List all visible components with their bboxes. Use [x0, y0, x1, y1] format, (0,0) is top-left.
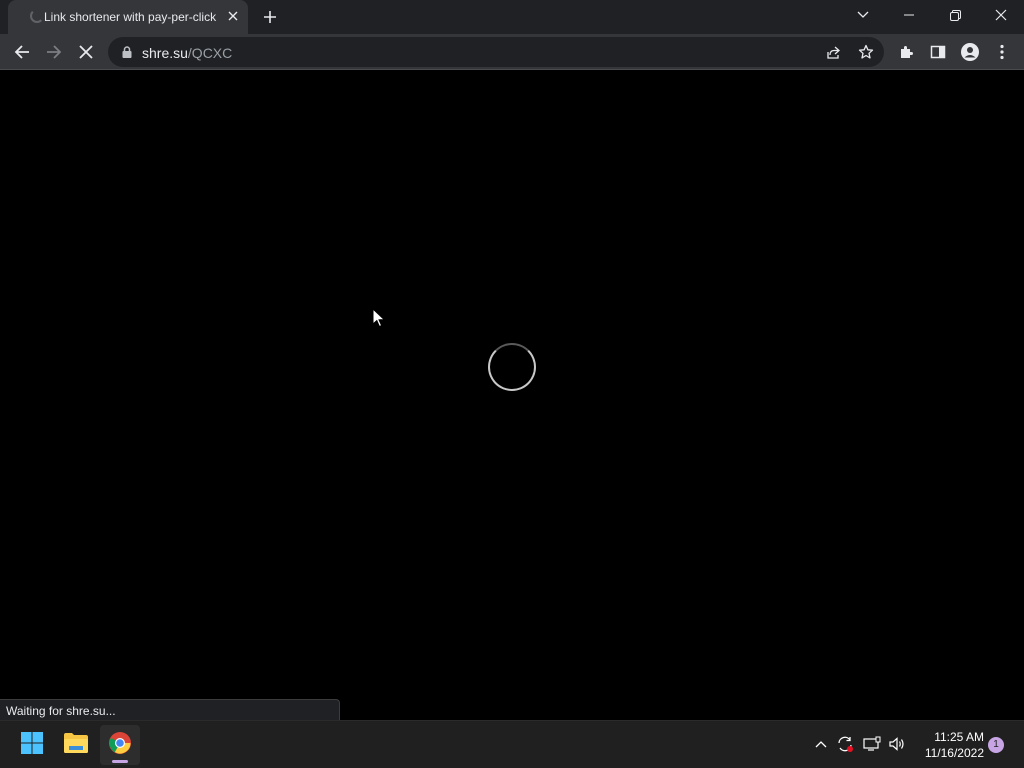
url-host: shre.su: [142, 45, 188, 61]
loading-spinner-icon: [30, 9, 44, 23]
page-viewport: [0, 71, 1024, 720]
profile-avatar-icon[interactable]: [956, 38, 984, 66]
tab-close-icon[interactable]: [224, 7, 242, 25]
minimize-button[interactable]: [886, 0, 932, 30]
browser-toolbar: shre.su/QCXC: [0, 34, 1024, 70]
menu-kebab-icon[interactable]: [988, 38, 1016, 66]
notification-badge[interactable]: 1: [988, 737, 1004, 753]
file-explorer-button[interactable]: [56, 725, 96, 765]
stop-loading-button[interactable]: [72, 38, 100, 66]
tab-search-icon[interactable]: [840, 0, 886, 30]
start-button[interactable]: [12, 725, 52, 765]
extensions-icon[interactable]: [892, 38, 920, 66]
restore-button[interactable]: [932, 0, 978, 30]
mouse-cursor-icon: [372, 307, 386, 328]
new-tab-button[interactable]: [258, 5, 282, 29]
share-icon[interactable]: [822, 40, 846, 64]
chrome-icon: [108, 731, 132, 760]
back-button[interactable]: [8, 38, 36, 66]
clock-time: 11:25 AM: [934, 730, 984, 744]
chrome-taskbar-button[interactable]: [100, 725, 140, 765]
active-indicator: [112, 760, 128, 763]
tab-strip: Link shortener with pay-per-click: [0, 0, 1024, 34]
bookmark-star-icon[interactable]: [854, 40, 878, 64]
close-button[interactable]: [978, 0, 1024, 30]
url-path: /QCXC: [187, 45, 233, 61]
lock-icon[interactable]: [120, 45, 134, 59]
network-icon[interactable]: [861, 733, 883, 755]
forward-button[interactable]: [40, 38, 68, 66]
volume-icon[interactable]: [886, 733, 908, 755]
status-text: Waiting for shre.su...: [6, 704, 116, 718]
url-text: shre.su/QCXC: [142, 45, 232, 61]
side-panel-icon[interactable]: [924, 38, 952, 66]
folder-icon: [63, 732, 89, 759]
status-bubble: Waiting for shre.su...: [0, 699, 340, 720]
windows-taskbar: 11:25 AM 11/16/2022 1: [0, 720, 1024, 768]
address-bar[interactable]: shre.su/QCXC: [108, 37, 884, 67]
sync-icon[interactable]: [834, 733, 856, 755]
taskbar-clock[interactable]: 11:25 AM 11/16/2022: [912, 729, 984, 761]
browser-tab[interactable]: Link shortener with pay-per-click: [8, 0, 248, 34]
page-loading-spinner: [488, 343, 536, 391]
tab-title: Link shortener with pay-per-click: [44, 10, 217, 24]
clock-date: 11/16/2022: [924, 746, 984, 760]
windows-logo-icon: [20, 731, 44, 760]
show-hidden-icons-chevron-icon[interactable]: [810, 733, 832, 755]
